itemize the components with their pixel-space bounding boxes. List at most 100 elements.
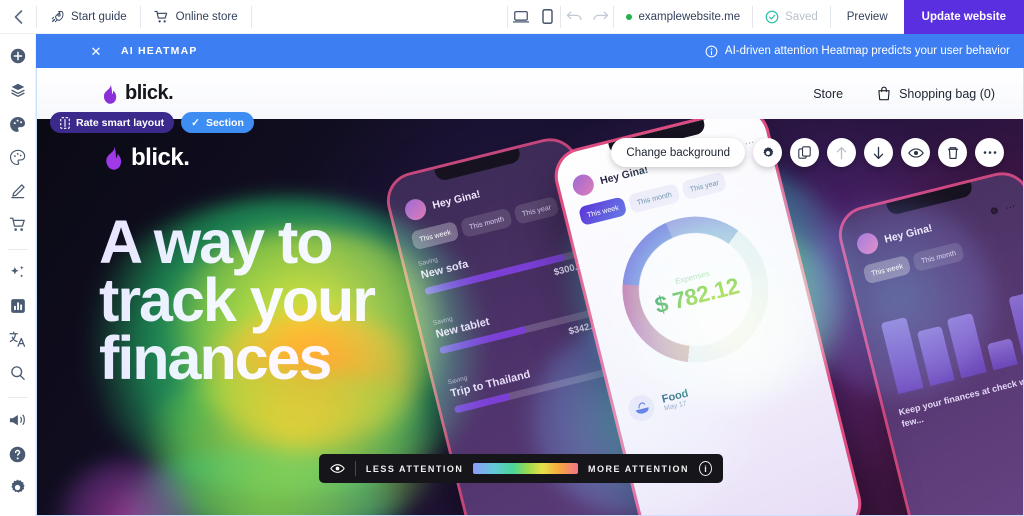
translate-icon (9, 331, 26, 348)
shopping-cart-icon (154, 10, 169, 24)
tab-this-week: This week (862, 254, 912, 285)
legend-more-label: MORE ATTENTION (588, 463, 690, 474)
palette-icon (9, 149, 25, 166)
tab-this-month: This month (627, 183, 681, 214)
editor-badges: Rate smart layout ✓ Section (50, 112, 254, 133)
start-guide-label: Start guide (71, 10, 127, 23)
undo-icon (566, 11, 582, 20)
undo-button[interactable] (561, 4, 587, 30)
ai-sparkle-icon (10, 265, 24, 278)
delete-section-button[interactable] (938, 138, 967, 167)
add-icon (10, 49, 25, 64)
hero-brand: blick. (103, 144, 190, 172)
rail-layers-button[interactable] (3, 76, 33, 105)
editor-window: Start guide Online store examplewebsite.… (0, 0, 1024, 516)
saved-status: Saved (753, 10, 830, 24)
eye-icon (330, 464, 345, 473)
section-badge[interactable]: ✓ Section (181, 112, 254, 133)
rail-announcements-button[interactable] (3, 406, 33, 435)
rocket-icon (50, 10, 64, 24)
phone-right: Hey Gina! ☸ ⋯ This week This month Keep … (836, 169, 1023, 515)
nav-shopping-bag[interactable]: Shopping bag (0) (877, 86, 995, 101)
expense-entry-text: Food May 17 (661, 387, 692, 412)
tab-this-week: This week (578, 196, 628, 226)
desktop-icon (513, 10, 530, 23)
site-brand: blick. (101, 82, 174, 105)
check-circle-icon (765, 10, 779, 23)
store-icon (9, 217, 25, 231)
rail-settings-button[interactable] (3, 473, 33, 502)
divider (355, 461, 356, 476)
rail-palette-button[interactable] (3, 143, 33, 172)
info-icon (705, 45, 718, 57)
update-label: Update website (921, 10, 1006, 23)
rail-theme-button[interactable] (3, 109, 33, 138)
redo-icon (593, 11, 609, 20)
info-icon: i (704, 463, 707, 474)
rail-add-button[interactable] (3, 42, 33, 71)
move-section-up-button[interactable] (827, 138, 856, 167)
rail-ai-button[interactable] (3, 258, 33, 287)
check-icon: ✓ (191, 116, 200, 129)
update-website-button[interactable]: Update website (903, 0, 1024, 34)
legend-eye-button[interactable] (330, 463, 345, 474)
rail-help-button[interactable] (3, 440, 33, 469)
tab-this-year: This year (680, 171, 728, 201)
close-heatmap-button[interactable]: ✕ (88, 45, 104, 58)
analytics-icon (10, 298, 25, 313)
brand-text: blick. (125, 82, 174, 104)
duplicate-section-button[interactable] (790, 138, 819, 167)
trash-icon (947, 146, 958, 159)
greeting-label: Hey Gina! (431, 187, 482, 212)
nav-store-link[interactable]: Store (813, 87, 843, 101)
greeting-label: Hey Gina! (883, 221, 934, 246)
desktop-view-button[interactable] (508, 4, 534, 30)
flame-icon (103, 83, 117, 104)
more-options-button[interactable] (975, 138, 1004, 167)
mobile-view-button[interactable] (534, 4, 560, 30)
section-toolbar: Change background (611, 138, 1004, 167)
megaphone-icon (9, 414, 25, 426)
headline-line-1: A way to (99, 208, 334, 276)
legend-gradient (473, 463, 579, 474)
chevron-left-icon (14, 9, 22, 24)
duplicate-icon (798, 146, 811, 159)
chart-bar (880, 317, 924, 395)
heatmap-banner-title: AI HEATMAP (121, 45, 198, 57)
site-canvas[interactable]: blick. Store Shopping bag (0) Hey Gina! … (36, 68, 1024, 516)
preview-label: Preview (846, 10, 888, 23)
move-section-down-button[interactable] (864, 138, 893, 167)
legend-info-button[interactable]: i (699, 461, 712, 476)
online-store-button[interactable]: Online store (141, 0, 251, 34)
preview-button[interactable]: Preview (831, 11, 904, 23)
theme-icon (9, 116, 25, 132)
avatar (854, 230, 881, 257)
mobile-icon (542, 9, 553, 24)
settings-icon (11, 479, 25, 493)
rail-search-button[interactable] (3, 359, 33, 388)
start-guide-button[interactable]: Start guide (37, 0, 140, 34)
back-button[interactable] (0, 0, 36, 34)
help-icon (9, 446, 26, 462)
rail-store-button[interactable] (3, 210, 33, 239)
tab-this-month: This month (912, 241, 965, 273)
left-rail (0, 34, 36, 516)
chart-bar (946, 312, 987, 379)
rail-divider (7, 248, 28, 250)
flame-icon (106, 146, 122, 170)
change-background-button[interactable]: Change background (611, 138, 745, 167)
heatmap-note-label: AI-driven attention Heatmap predicts you… (724, 45, 1010, 57)
redo-button[interactable] (587, 4, 613, 30)
rail-analytics-button[interactable] (3, 291, 33, 320)
hero-brand-text: blick. (131, 144, 190, 171)
saved-label: Saved (785, 10, 818, 23)
toggle-visibility-button[interactable] (901, 138, 930, 167)
heatmap-banner-note: AI-driven attention Heatmap predicts you… (705, 45, 1010, 58)
food-icon (625, 392, 658, 424)
rate-smart-layout-badge[interactable]: Rate smart layout (50, 112, 175, 133)
site-nav: Store Shopping bag (0) (813, 86, 995, 101)
site-domain[interactable]: examplewebsite.me (614, 11, 752, 23)
rail-edit-button[interactable] (3, 177, 33, 206)
rail-translate-button[interactable] (3, 325, 33, 354)
section-settings-button[interactable] (753, 138, 782, 167)
